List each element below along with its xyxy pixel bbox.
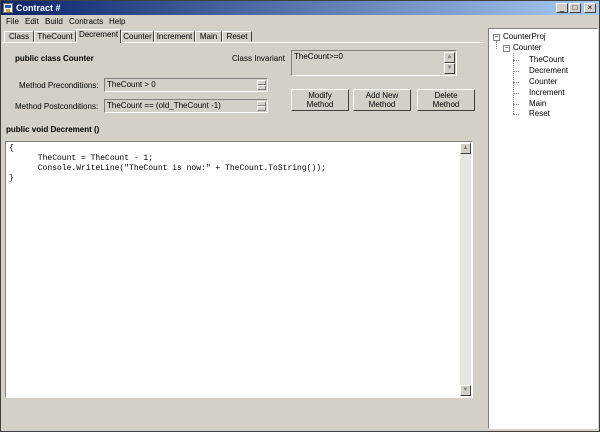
scroll-down-icon[interactable]: ▼ (444, 63, 455, 74)
tab-counter[interactable]: Counter (121, 31, 154, 42)
maximize-button[interactable]: □ (569, 3, 581, 13)
postconditions-label: Method Postconditions: (15, 102, 99, 111)
modify-method-button[interactable]: Modify Method (291, 89, 349, 111)
close-button[interactable]: × (584, 3, 596, 13)
tree-item-reset[interactable]: Reset (529, 109, 550, 119)
tree-item-thecount[interactable]: TheCount (529, 55, 564, 65)
postconditions-field[interactable]: TheCount == (old_TheCount -1) (104, 99, 268, 113)
tree-node-project[interactable]: CounterProj (503, 32, 546, 42)
menu-bar: File Edit Build Contracts Help (1, 15, 599, 29)
method-signature: public void Decrement () (6, 125, 100, 134)
postconditions-spinner[interactable] (257, 101, 266, 111)
tree-item-main[interactable]: Main (529, 99, 546, 109)
tab-reset[interactable]: Reset (222, 31, 252, 42)
tab-class[interactable]: Class (4, 31, 34, 42)
status-area (1, 401, 487, 431)
menu-build[interactable]: Build (45, 17, 63, 27)
preconditions-label: Method Preconditions: (19, 81, 99, 90)
scroll-down-icon[interactable]: ▼ (460, 385, 471, 396)
menu-file[interactable]: File (6, 17, 19, 27)
code-text: { TheCount = TheCount - 1; Console.Write… (9, 144, 326, 183)
invariant-scrollbar[interactable]: ▲ ▼ (444, 52, 455, 74)
minimize-button[interactable]: _ (556, 3, 568, 13)
tab-increment[interactable]: Increment (154, 31, 195, 42)
menu-contracts[interactable]: Contracts (69, 17, 103, 27)
title-bar[interactable]: Contract # _ □ × (1, 1, 599, 15)
app-icon (3, 3, 13, 13)
collapse-icon[interactable]: − (503, 45, 510, 52)
menu-help[interactable]: Help (109, 17, 125, 27)
postconditions-value: TheCount == (old_TheCount -1) (107, 101, 221, 110)
class-invariant-value: TheCount>=0 (294, 52, 343, 61)
tab-thecount[interactable]: TheCount (34, 31, 76, 42)
code-scrollbar[interactable]: ▲ ▼ (460, 143, 471, 396)
scroll-up-icon[interactable]: ▲ (460, 143, 471, 154)
code-editor[interactable]: { TheCount = TheCount - 1; Console.Write… (5, 141, 473, 398)
preconditions-field[interactable]: TheCount > 0 (104, 78, 268, 92)
tree-item-decrement[interactable]: Decrement (529, 66, 568, 76)
tree-item-counter[interactable]: Counter (529, 77, 557, 87)
class-declaration-label: public class Counter (15, 54, 94, 63)
app-window: Contract # _ □ × File Edit Build Contrac… (0, 0, 600, 432)
preconditions-spinner[interactable] (257, 80, 266, 90)
window-title: Contract # (16, 3, 61, 13)
add-new-method-button[interactable]: Add New Method (353, 89, 411, 111)
menu-edit[interactable]: Edit (25, 17, 39, 27)
class-invariant-field[interactable]: TheCount>=0 ▲ ▼ (291, 50, 457, 76)
tab-main[interactable]: Main (195, 31, 222, 42)
class-invariant-label: Class Invariant (232, 54, 285, 63)
tree-item-increment[interactable]: Increment (529, 88, 565, 98)
tree-node-class[interactable]: Counter (513, 43, 541, 53)
tab-decrement[interactable]: Decrement (76, 29, 121, 43)
preconditions-value: TheCount > 0 (107, 80, 156, 89)
collapse-icon[interactable]: − (493, 34, 500, 41)
delete-method-button[interactable]: Delete Method (417, 89, 475, 111)
scroll-up-icon[interactable]: ▲ (444, 52, 455, 63)
project-tree[interactable]: − CounterProj − Counter TheCount Decreme… (488, 28, 598, 429)
